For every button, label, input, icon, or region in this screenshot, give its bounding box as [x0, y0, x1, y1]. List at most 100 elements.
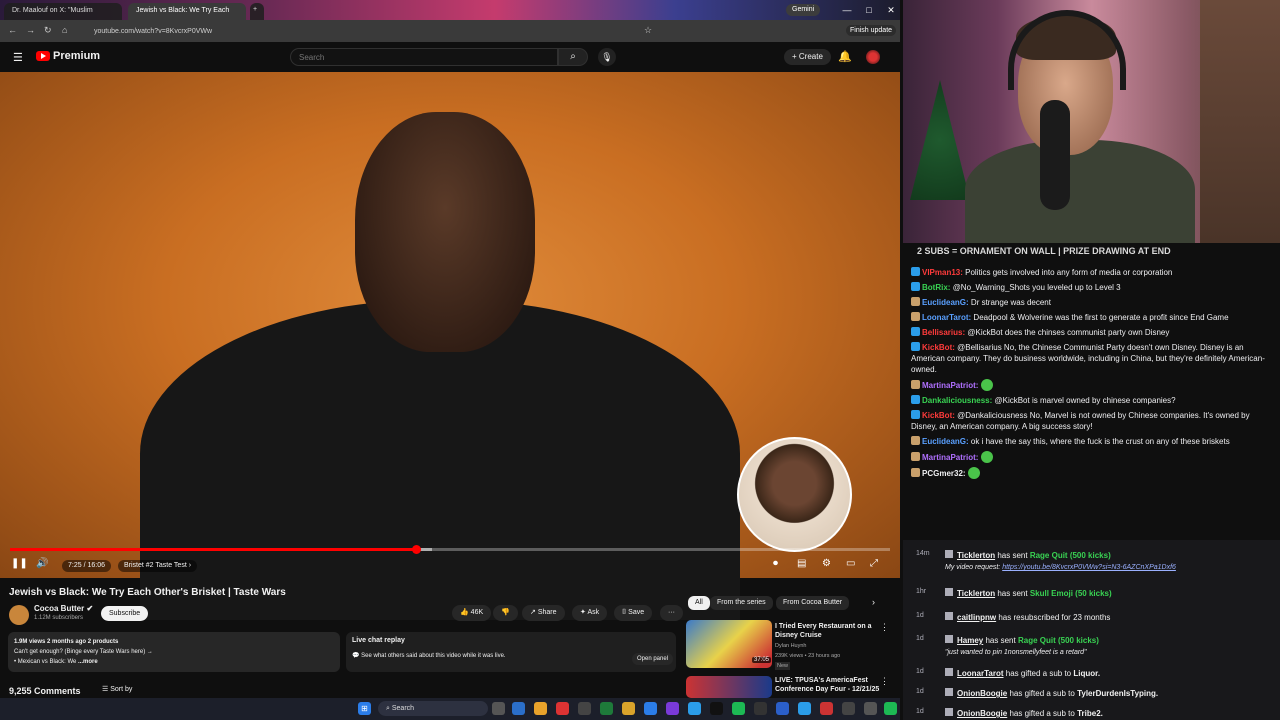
- app-icon[interactable]: [556, 702, 569, 715]
- finish-update-button[interactable]: Finish update: [846, 25, 897, 36]
- chat-username[interactable]: EuclideanG:: [922, 437, 969, 446]
- event-username[interactable]: OnionBoogie: [957, 689, 1007, 698]
- share-button[interactable]: ↗ Share: [522, 605, 565, 621]
- new-tab-button[interactable]: +: [250, 3, 264, 20]
- menu-icon[interactable]: ☰: [13, 51, 23, 64]
- captions-icon[interactable]: ▤: [797, 558, 806, 569]
- account-avatar[interactable]: [866, 50, 880, 64]
- theater-mode-icon[interactable]: ▭: [846, 558, 855, 569]
- chrome-icon[interactable]: [534, 702, 547, 715]
- volume-icon[interactable]: 🔊: [36, 558, 48, 569]
- chat-username[interactable]: Bellisarius:: [922, 328, 965, 337]
- bookmark-star-icon[interactable]: ☆: [644, 25, 652, 36]
- edge-icon[interactable]: [512, 702, 525, 715]
- chat-username[interactable]: MartinaPatriot:: [922, 381, 978, 390]
- app-icon[interactable]: [798, 702, 811, 715]
- app-icon[interactable]: [578, 702, 591, 715]
- chip-all[interactable]: All: [688, 596, 710, 610]
- app-icon[interactable]: [754, 702, 767, 715]
- ask-button[interactable]: ✦ Ask: [572, 605, 608, 621]
- fullscreen-icon[interactable]: ⤢: [870, 558, 878, 569]
- gemini-button[interactable]: Gemini: [786, 4, 821, 16]
- chip-from-channel[interactable]: From Cocoa Butter: [776, 596, 850, 610]
- pause-icon[interactable]: ❚❚: [11, 558, 28, 569]
- app-icon[interactable]: [710, 702, 723, 715]
- channel-name[interactable]: Cocoa Butter ✔: [34, 604, 93, 613]
- channel-avatar[interactable]: [9, 605, 29, 625]
- event-text: Ticklerton has sent Rage Quit (500 kicks…: [945, 550, 1111, 560]
- windows-start-icon[interactable]: ⊞: [358, 702, 371, 715]
- url-bar[interactable]: youtube.com/watch?v=8KvcrxP0VWw: [84, 25, 614, 38]
- app-icon[interactable]: [776, 702, 789, 715]
- maximize-button[interactable]: □: [860, 3, 878, 17]
- kick-icon[interactable]: [884, 702, 897, 715]
- autoplay-toggle[interactable]: ⏺: [773, 558, 778, 569]
- chat-username[interactable]: EuclideanG:: [922, 298, 969, 307]
- recommendation-title[interactable]: LIVE: TPUSA's AmericaFest Conference Day…: [775, 676, 885, 694]
- chat-username[interactable]: MartinaPatriot:: [922, 453, 978, 462]
- like-count: 46K: [470, 609, 484, 616]
- event-username[interactable]: caitlinpnw: [957, 613, 996, 622]
- event-link[interactable]: https://youtu.be/8KvcrxP0VWw?si=N3-6AZCn…: [1002, 564, 1176, 571]
- event-username[interactable]: Ticklerton: [957, 551, 995, 560]
- create-button[interactable]: + Create: [784, 49, 831, 65]
- chat-username[interactable]: PCGmer32:: [922, 469, 966, 478]
- subscribe-button[interactable]: Subscribe: [101, 606, 149, 621]
- voice-search-button[interactable]: 🎙: [598, 48, 616, 66]
- chip-from-series[interactable]: From the series: [710, 596, 773, 610]
- more-actions-button[interactable]: ···: [660, 605, 683, 621]
- app-icon[interactable]: [688, 702, 701, 715]
- event-username[interactable]: LoonarTarot: [957, 669, 1004, 678]
- recommendation-title[interactable]: I Tried Every Restaurant on a Disney Cru…: [775, 622, 885, 640]
- more-vert-icon[interactable]: ⋮: [880, 676, 889, 687]
- spotify-icon[interactable]: [732, 702, 745, 715]
- comments-count: 9,255 Comments: [9, 686, 81, 696]
- chat-username[interactable]: LoonarTarot:: [922, 313, 971, 322]
- kick-event-icon: [945, 635, 953, 643]
- file-explorer-icon[interactable]: [622, 702, 635, 715]
- chat-username[interactable]: BotRix:: [922, 283, 950, 292]
- description-box[interactable]: 1.9M views 2 months ago 2 products Can't…: [8, 632, 340, 672]
- close-window-button[interactable]: ✕: [882, 3, 900, 17]
- chat-username[interactable]: KickBot:: [922, 343, 955, 352]
- search-input[interactable]: [290, 48, 558, 66]
- app-icon[interactable]: [864, 702, 877, 715]
- chapter-title[interactable]: Bristet #2 Taste Test ›: [118, 560, 198, 572]
- recommendation-thumbnail[interactable]: [686, 676, 772, 698]
- forward-icon[interactable]: →: [26, 25, 35, 35]
- youtube-logo[interactable]: Premium: [36, 50, 100, 62]
- chat-username[interactable]: VIPman13:: [922, 268, 963, 277]
- task-view-icon[interactable]: [492, 702, 505, 715]
- search-button[interactable]: ⌕: [558, 48, 588, 66]
- browser-tab-2[interactable]: Jewish vs Black: We Try Each: [128, 3, 246, 20]
- excel-icon[interactable]: [600, 702, 613, 715]
- chevron-right-icon[interactable]: ›: [872, 597, 875, 607]
- like-button[interactable]: 👍 46K: [452, 605, 492, 621]
- event-username[interactable]: Hamey: [957, 636, 983, 645]
- reload-icon[interactable]: ↻: [44, 25, 52, 36]
- minimize-button[interactable]: —: [838, 3, 856, 17]
- progress-scrubber-handle[interactable]: [411, 545, 421, 554]
- home-icon[interactable]: ⌂: [62, 25, 67, 35]
- chat-username[interactable]: KickBot:: [922, 411, 955, 420]
- dislike-button[interactable]: 👎: [493, 605, 518, 621]
- taskbar-search[interactable]: ⌕ Search: [378, 701, 488, 716]
- sort-by-button[interactable]: ☰ Sort by: [102, 685, 132, 693]
- browser-tab-1[interactable]: Dr. Maalouf on X: "Muslim: [4, 3, 122, 20]
- open-panel-button[interactable]: Open panel: [632, 653, 674, 665]
- chat-message: BotRix: @No_Warning_Shots you leveled up…: [911, 282, 1274, 293]
- settings-gear-icon[interactable]: ⚙: [822, 558, 831, 569]
- app-icon[interactable]: [644, 702, 657, 715]
- notifications-bell-icon[interactable]: 🔔: [838, 50, 852, 63]
- back-icon[interactable]: ←: [8, 25, 17, 35]
- app-icon[interactable]: [666, 702, 679, 715]
- more-vert-icon[interactable]: ⋮: [880, 622, 889, 633]
- show-more-link[interactable]: ...more: [78, 659, 98, 665]
- app-icon[interactable]: [820, 702, 833, 715]
- app-icon[interactable]: [842, 702, 855, 715]
- event-username[interactable]: OnionBoogie: [957, 709, 1007, 718]
- event-username[interactable]: Ticklerton: [957, 589, 995, 598]
- save-button[interactable]: ⌷ Save: [614, 605, 653, 621]
- chat-username[interactable]: Dankaliciousness:: [922, 396, 992, 405]
- video-title: Jewish vs Black: We Try Each Other's Bri…: [9, 587, 286, 598]
